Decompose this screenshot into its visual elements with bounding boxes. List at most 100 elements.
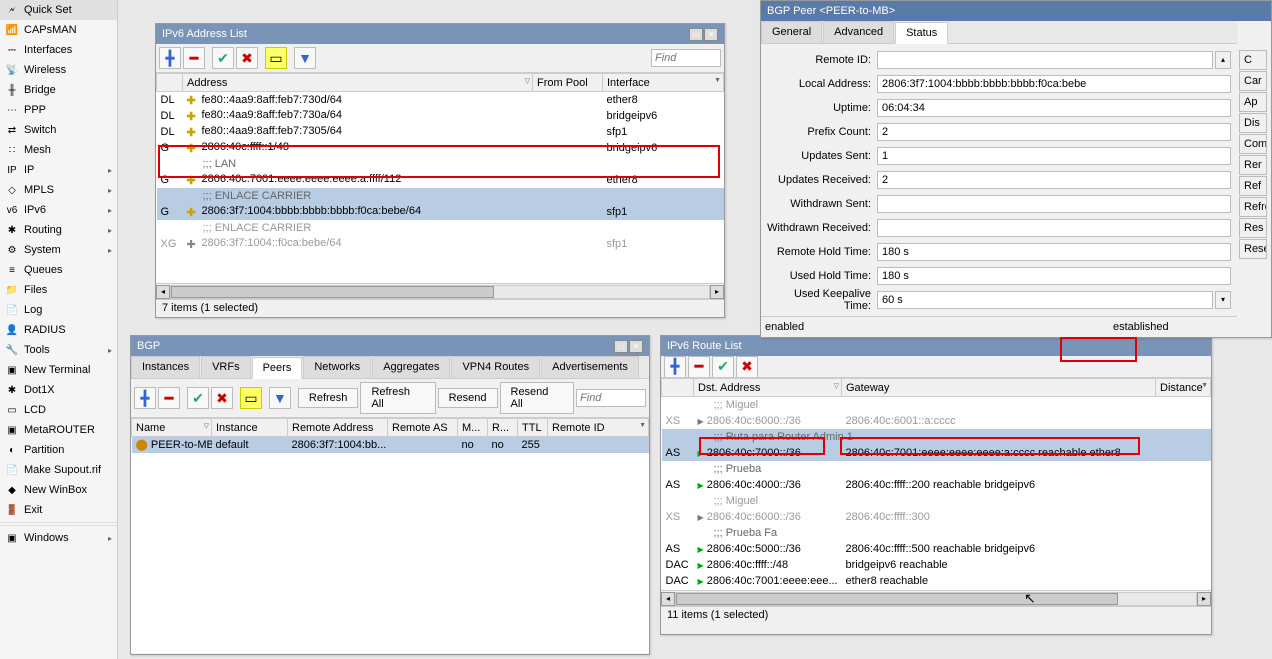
sidebar-windows[interactable]: ▣ Windows ▸: [0, 528, 117, 548]
enable-button[interactable]: ✔: [187, 387, 209, 409]
tab-instances[interactable]: Instances: [131, 356, 200, 378]
col-interface[interactable]: Interface▼: [603, 74, 724, 92]
table-row[interactable]: DAC▶ 2806:40c:ffff::/48bridgeipv6 reacha…: [662, 557, 1211, 573]
horizontal-scrollbar[interactable]: ◂▸: [661, 590, 1211, 606]
sidebar-item-tools[interactable]: 🔧Tools▸: [0, 340, 117, 360]
comment-button[interactable]: ▭: [265, 47, 287, 69]
side-button[interactable]: Com: [1239, 134, 1267, 154]
horizontal-scrollbar[interactable]: ◂▸: [156, 283, 724, 299]
sidebar-item-new-terminal[interactable]: ▣New Terminal: [0, 360, 117, 380]
window-titlebar[interactable]: IPv6 Route List: [661, 336, 1211, 356]
close-button[interactable]: ✕: [629, 340, 643, 353]
enable-button[interactable]: ✔: [712, 356, 734, 378]
table-row[interactable]: AS▶ 2806:40c:4000::/362806:40c:ffff::200…: [662, 477, 1211, 493]
sidebar-item-switch[interactable]: ⇄Switch: [0, 120, 117, 140]
col-flag[interactable]: [157, 74, 183, 92]
filter-button[interactable]: ▼: [269, 387, 291, 409]
table-row[interactable]: G ✚2806:40c:7001:eeee:eeee:eeee:a:ffff/1…: [157, 172, 724, 188]
tab-aggregates[interactable]: Aggregates: [372, 356, 450, 378]
sidebar-item-system[interactable]: ⚙System▸: [0, 240, 117, 260]
col-r[interactable]: R...: [488, 419, 518, 437]
disable-button[interactable]: ✖: [736, 356, 758, 378]
sidebar-item-mpls[interactable]: ◇MPLS▸: [0, 180, 117, 200]
resend-all-button[interactable]: Resend All: [500, 382, 575, 414]
minimize-button[interactable]: ▭: [614, 340, 628, 353]
side-button[interactable]: Res: [1239, 218, 1267, 238]
find-input[interactable]: [576, 389, 646, 407]
side-button[interactable]: Dis: [1239, 113, 1267, 133]
sidebar-item-ip[interactable]: IPIP▸: [0, 160, 117, 180]
table-row[interactable]: XG ✚2806:3f7:1004::f0ca:bebe/64 sfp1: [157, 236, 724, 252]
sidebar-item-routing[interactable]: ✱Routing▸: [0, 220, 117, 240]
refresh-all-button[interactable]: Refresh All: [360, 382, 435, 414]
sidebar-item-interfaces[interactable]: ⎓Interfaces: [0, 40, 117, 60]
col-instance[interactable]: Instance: [212, 419, 288, 437]
table-row[interactable]: ⬤ PEER-to-MB default 2806:3f7:1004:bb...…: [132, 437, 649, 453]
col-dst[interactable]: Dst. Address▽: [694, 379, 842, 397]
col-ttl[interactable]: TTL: [518, 419, 548, 437]
find-input[interactable]: [651, 49, 721, 67]
window-titlebar[interactable]: BGP ▭ ✕: [131, 336, 649, 356]
tab-general[interactable]: General: [761, 21, 822, 43]
sidebar-item-log[interactable]: 📄Log: [0, 300, 117, 320]
side-button[interactable]: Rer: [1239, 155, 1267, 175]
table-row[interactable]: DL✚fe80::4aa9:8aff:feb7:730a/64bridgeipv…: [157, 108, 724, 124]
sidebar-item-metarouter[interactable]: ▣MetaROUTER: [0, 420, 117, 440]
tab-advertisements[interactable]: Advertisements: [541, 356, 639, 378]
sidebar-item-dot1x[interactable]: ✱Dot1X: [0, 380, 117, 400]
sidebar-item-files[interactable]: 📁Files: [0, 280, 117, 300]
col-from-pool[interactable]: From Pool: [533, 74, 603, 92]
close-button[interactable]: ✕: [704, 28, 718, 41]
sidebar-item-bridge[interactable]: ╫Bridge: [0, 80, 117, 100]
col-remote-addr[interactable]: Remote Address: [288, 419, 388, 437]
refresh-button[interactable]: Refresh: [298, 388, 359, 408]
minimize-button[interactable]: ▭: [689, 28, 703, 41]
table-row[interactable]: G ✚2806:3f7:1004:bbbb:bbbb:bbbb:f0ca:beb…: [157, 204, 724, 220]
filter-button[interactable]: ▼: [294, 47, 316, 69]
add-button[interactable]: ╋: [664, 356, 686, 378]
table-row[interactable]: AS▶ 2806:40c:5000::/362806:40c:ffff::500…: [662, 541, 1211, 557]
table-row[interactable]: DAC▶ 2806:40c:7001:eeee:eee...ether8 rea…: [662, 573, 1211, 589]
table-row[interactable]: AS▶ 2806:40c:7000::/362806:40c:7001:eeee…: [662, 445, 1211, 461]
col-gateway[interactable]: Gateway: [842, 379, 1156, 397]
sidebar-item-make-supout.rif[interactable]: 📄Make Supout.rif: [0, 460, 117, 480]
window-titlebar[interactable]: BGP Peer <PEER-to-MB>: [761, 1, 1271, 21]
table-row[interactable]: XS▶ 2806:40c:6000::/362806:40c:6001::a:c…: [662, 413, 1211, 429]
col-remote-as[interactable]: Remote AS: [388, 419, 458, 437]
sidebar-item-partition[interactable]: ◐Partition: [0, 440, 117, 460]
col-distance[interactable]: Distance▼: [1156, 379, 1211, 397]
col-m[interactable]: M...: [458, 419, 488, 437]
scroll-up[interactable]: ▴: [1215, 51, 1231, 69]
table-row[interactable]: XS▶ 2806:40c:6000::/362806:40c:ffff::300: [662, 509, 1211, 525]
tab-advanced[interactable]: Advanced: [823, 21, 894, 43]
sidebar-item-capsman[interactable]: 📶CAPsMAN: [0, 20, 117, 40]
remove-button[interactable]: ━: [688, 356, 710, 378]
sidebar-item-mesh[interactable]: ∷Mesh: [0, 140, 117, 160]
table-row[interactable]: DL✚fe80::4aa9:8aff:feb7:7305/64sfp1: [157, 124, 724, 140]
col-remote-id[interactable]: Remote ID▼: [548, 419, 649, 437]
table-row[interactable]: DL✚fe80::4aa9:8aff:feb7:730d/64ether8: [157, 92, 724, 108]
sidebar-item-quick-set[interactable]: 🗲Quick Set: [0, 0, 117, 20]
tab-vrfs[interactable]: VRFs: [201, 356, 251, 378]
sidebar-item-ipv6[interactable]: v6IPv6▸: [0, 200, 117, 220]
disable-button[interactable]: ✖: [211, 387, 233, 409]
sidebar-item-ppp[interactable]: ⋯PPP: [0, 100, 117, 120]
resend-button[interactable]: Resend: [438, 388, 498, 408]
tab-networks[interactable]: Networks: [303, 356, 371, 378]
col-address[interactable]: Address▽: [183, 74, 533, 92]
side-button[interactable]: C: [1239, 50, 1267, 70]
enable-button[interactable]: ✔: [212, 47, 234, 69]
tab-status[interactable]: Status: [895, 22, 948, 44]
col-name[interactable]: Name▽: [132, 419, 212, 437]
sidebar-item-new-winbox[interactable]: ◆New WinBox: [0, 480, 117, 500]
side-button[interactable]: Ref: [1239, 176, 1267, 196]
sidebar-item-wireless[interactable]: 📡Wireless: [0, 60, 117, 80]
side-button[interactable]: Ap: [1239, 92, 1267, 112]
tab-peers[interactable]: Peers: [252, 357, 303, 379]
col-flag[interactable]: [662, 379, 694, 397]
sidebar-item-radius[interactable]: 👤RADIUS: [0, 320, 117, 340]
tab-vpn4 routes[interactable]: VPN4 Routes: [451, 356, 540, 378]
add-button[interactable]: ╋: [159, 47, 181, 69]
add-button[interactable]: ╋: [134, 387, 156, 409]
sidebar-item-queues[interactable]: ≡Queues: [0, 260, 117, 280]
